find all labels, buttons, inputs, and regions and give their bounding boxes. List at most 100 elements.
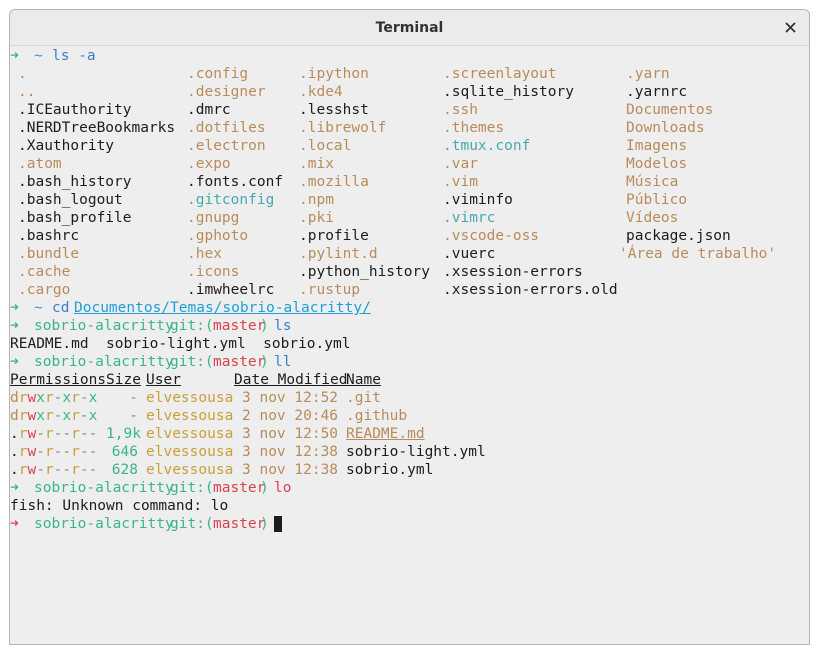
window-title: Terminal bbox=[375, 19, 444, 36]
command-text: ls bbox=[274, 318, 292, 334]
ls-entry: .imwheelrc bbox=[187, 282, 275, 298]
ll-date: 3 nov 12:38 bbox=[242, 444, 339, 460]
prompt-line-cd: ➜ ~ cd Documentos/Temas/sobrio-alacritty… bbox=[10, 299, 371, 317]
command-text: cd bbox=[52, 300, 70, 316]
prompt-arrow-icon: ➜ bbox=[10, 354, 19, 370]
ll-permissions: .rw-r--r-- bbox=[10, 426, 98, 442]
ls-entry: .fonts.conf bbox=[187, 174, 284, 190]
git-label: git:( bbox=[170, 354, 214, 370]
git-branch: master bbox=[213, 516, 266, 532]
ls-entry: Música bbox=[626, 174, 679, 190]
title-bar: Terminal bbox=[10, 10, 809, 46]
ll-size: - bbox=[129, 390, 138, 406]
git-branch: master bbox=[213, 318, 266, 334]
command-text: lo bbox=[274, 480, 292, 496]
ls-entry: .yarnrc bbox=[626, 84, 688, 100]
ls-entry: .bash_profile bbox=[18, 210, 132, 226]
ll-size: - bbox=[129, 408, 138, 424]
command-text: ls -a bbox=[52, 48, 96, 64]
ls-entry: .NERDTreeBookmarks bbox=[18, 120, 176, 136]
git-branch: master bbox=[213, 480, 266, 496]
close-icon[interactable] bbox=[781, 18, 799, 36]
prompt-cwd: sobrio-alacritty bbox=[34, 354, 174, 370]
prompt-cwd: ~ bbox=[34, 300, 43, 316]
git-close: ) bbox=[260, 480, 269, 496]
ls-entry: Documentos bbox=[626, 102, 714, 118]
ls-entry: .sqlite_history bbox=[443, 84, 574, 100]
ls-entry: .atom bbox=[18, 156, 62, 172]
ll-user: elvessousa bbox=[146, 444, 234, 460]
command-text: ll bbox=[274, 354, 292, 370]
ls-entry: .gphoto bbox=[187, 228, 249, 244]
ll-size: 628 bbox=[111, 462, 138, 478]
ls-entry: .rustup bbox=[299, 282, 361, 298]
git-label: git:( bbox=[170, 516, 214, 532]
prompt-cwd: sobrio-alacritty bbox=[34, 516, 174, 532]
ls-entry: .mix bbox=[299, 156, 334, 172]
ll-name: .git bbox=[346, 390, 381, 406]
ls-entry: .cache bbox=[18, 264, 71, 280]
ll-user: elvessousa bbox=[146, 390, 234, 406]
ll-user: elvessousa bbox=[146, 462, 234, 478]
terminal-window: Terminal ➜ ~ ls -a ... .ICEauthority .NERD… bbox=[9, 9, 810, 645]
cursor bbox=[274, 515, 282, 533]
ls-entry: .. bbox=[18, 84, 36, 100]
ll-size: 1,9k bbox=[106, 426, 141, 442]
ls-entry: .themes bbox=[443, 120, 505, 136]
ll-permissions: drwxr-xr-x bbox=[10, 390, 98, 406]
ls-entry: .vim bbox=[443, 174, 478, 190]
ll-name: .github bbox=[346, 408, 408, 424]
ls-entry: Imagens bbox=[626, 138, 688, 154]
ls-entry: .Xauthority bbox=[18, 138, 115, 154]
git-close: ) bbox=[260, 516, 269, 532]
prompt-line-ls-a: ➜ ~ ls -a bbox=[10, 47, 96, 65]
error-output: fish: Unknown command: lo bbox=[10, 498, 229, 514]
ls-output: README.md sobrio-light.yml sobrio.yml bbox=[10, 336, 351, 352]
ll-header-name: Name bbox=[346, 372, 381, 388]
ls-entry: .var bbox=[443, 156, 478, 172]
ls-entry: .bundle bbox=[18, 246, 80, 262]
terminal-output[interactable]: ➜ ~ ls -a ... .ICEauthority .NERDTreeBookm… bbox=[10, 46, 809, 644]
ll-permissions: drwxr-xr-x bbox=[10, 408, 98, 424]
cd-path-link[interactable]: Documentos/Temas/sobrio-alacritty/ bbox=[74, 299, 371, 317]
ll-size: 646 bbox=[111, 444, 138, 460]
ls-entry: .viminfo bbox=[443, 192, 513, 208]
ll-header-user: User bbox=[146, 372, 181, 388]
ll-date: 3 nov 12:38 bbox=[242, 462, 339, 478]
ls-entry: .npm bbox=[299, 192, 334, 208]
ls-entry: .config bbox=[187, 66, 249, 82]
git-label: git:( bbox=[170, 318, 214, 334]
ls-entry: .tmux.conf bbox=[443, 138, 531, 154]
ls-entry: .bash_logout bbox=[18, 192, 123, 208]
git-label: git:( bbox=[170, 480, 214, 496]
ls-entry: .ssh bbox=[443, 102, 478, 118]
ls-entry: .ICEauthority bbox=[18, 102, 132, 118]
ll-user: elvessousa bbox=[146, 426, 234, 442]
ls-entry: .kde4 bbox=[299, 84, 343, 100]
ls-entry: .ipython bbox=[299, 66, 369, 82]
ls-entry: Downloads bbox=[626, 120, 705, 136]
ls-entry: .screenlayout bbox=[443, 66, 557, 82]
ls-entry: .electron bbox=[187, 138, 266, 154]
ls-entry: .bashrc bbox=[18, 228, 80, 244]
ls-entry: .pylint.d bbox=[299, 246, 378, 262]
ll-name: sobrio.yml bbox=[346, 462, 434, 478]
current-prompt-line[interactable]: ➜ sobrio-alacritty git:( master ) bbox=[10, 515, 282, 533]
git-close: ) bbox=[260, 318, 269, 334]
ll-date: 3 nov 12:50 bbox=[242, 426, 339, 442]
ls-entry: package.json bbox=[626, 228, 731, 244]
prompt-arrow-icon: ➜ bbox=[10, 516, 19, 532]
ls-entry: .librewolf bbox=[299, 120, 387, 136]
prompt-line-ls: ➜ sobrio-alacritty git:( master ) ls bbox=[10, 317, 291, 335]
prompt-arrow-icon: ➜ bbox=[10, 48, 19, 64]
ll-header-permissions: Permissions bbox=[10, 372, 107, 388]
prompt-arrow-icon: ➜ bbox=[10, 480, 19, 496]
ls-entry: .vimrc bbox=[443, 210, 496, 226]
ll-permissions: .rw-r--r-- bbox=[10, 462, 98, 478]
ls-entry: .xsession-errors bbox=[443, 264, 583, 280]
ll-date: 2 nov 20:46 bbox=[242, 408, 339, 424]
ls-entry: .vscode-oss bbox=[443, 228, 540, 244]
prompt-cwd: sobrio-alacritty bbox=[34, 480, 174, 496]
ll-user: elvessousa bbox=[146, 408, 234, 424]
ls-entry: .lesshst bbox=[299, 102, 369, 118]
